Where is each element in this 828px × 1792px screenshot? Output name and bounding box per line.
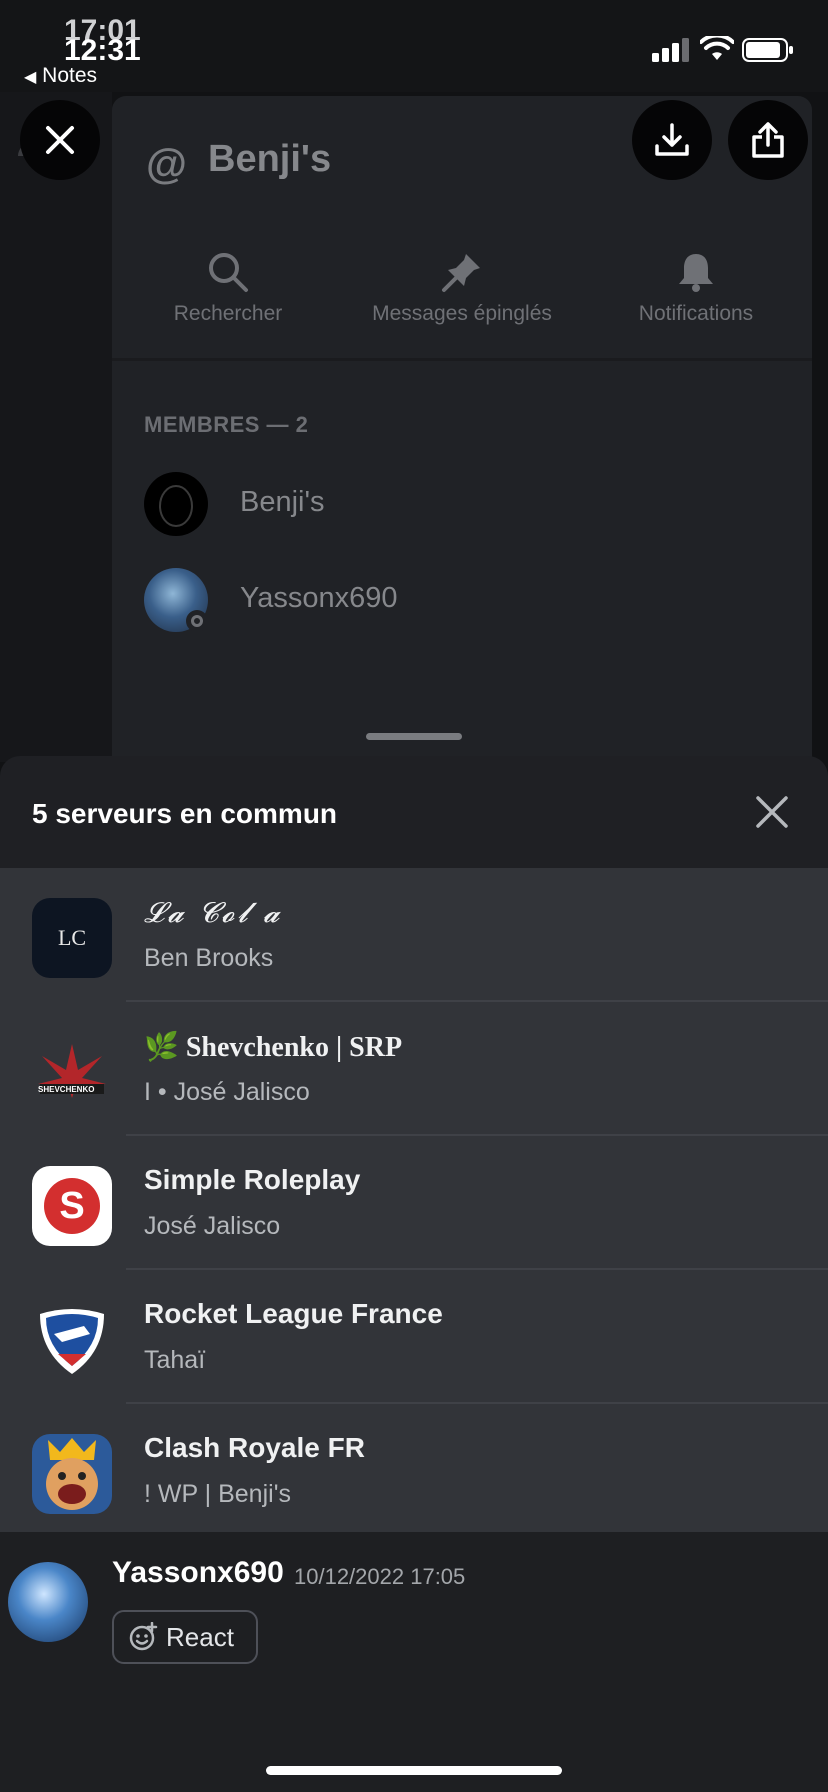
cellular-signal-icon bbox=[652, 38, 689, 62]
server-sidebar-dimmed bbox=[0, 92, 112, 762]
offline-status-icon bbox=[186, 610, 208, 632]
server-icon: S bbox=[32, 1166, 112, 1246]
server-icon-text: SHEVCHENKO bbox=[38, 1085, 95, 1094]
close-viewer-button[interactable] bbox=[20, 100, 100, 180]
search-tool-label: Rechercher bbox=[173, 302, 283, 325]
server-row[interactable]: Clash Royale FR ! WP | Benji's bbox=[0, 1404, 828, 1532]
server-row[interactable]: Rocket League France Tahaï bbox=[0, 1270, 828, 1404]
notifications-button[interactable]: Notifications bbox=[606, 250, 786, 326]
status-time: 12:31 bbox=[64, 34, 141, 67]
drag-handle[interactable] bbox=[366, 733, 462, 740]
server-row[interactable]: SHEVCHENKO 🌿 Shevchenko | SRP I • José J… bbox=[0, 1002, 828, 1136]
server-nickname: Tahaï bbox=[144, 1346, 206, 1374]
download-icon bbox=[655, 123, 689, 156]
pinned-messages-label: Messages épinglés bbox=[372, 302, 552, 325]
share-button[interactable] bbox=[728, 100, 808, 180]
server-nickname: ! WP | Benji's bbox=[144, 1480, 291, 1508]
back-app-label: Notes bbox=[42, 64, 98, 87]
close-icon[interactable] bbox=[748, 788, 796, 836]
back-triangle-icon: ◀ bbox=[24, 69, 37, 86]
share-icon bbox=[752, 122, 784, 158]
server-list: LC 𝓛𝓪 𝓒𝓸𝓵 𝓪 Ben Brooks SHEVCHENKO 🌿 Shev… bbox=[0, 868, 828, 1532]
avatar[interactable] bbox=[8, 1562, 88, 1642]
rocket-league-shield-icon bbox=[40, 1309, 104, 1374]
server-row[interactable]: S Simple Roleplay José Jalisco bbox=[0, 1136, 828, 1270]
server-name: Rocket League France bbox=[144, 1298, 443, 1329]
download-button[interactable] bbox=[632, 100, 712, 180]
server-icon-text: LC bbox=[57, 925, 87, 950]
battery-icon bbox=[742, 38, 793, 62]
divider bbox=[112, 358, 812, 361]
members-header: MEMBRES — 2 bbox=[144, 412, 309, 437]
home-indicator[interactable] bbox=[266, 1766, 562, 1775]
server-nickname: Ben Brooks bbox=[144, 944, 274, 972]
server-name: Simple Roleplay bbox=[144, 1164, 361, 1195]
pinned-messages-button[interactable]: Messages épinglés bbox=[352, 250, 572, 326]
server-icon bbox=[32, 1434, 112, 1514]
channel-title: Benji's bbox=[208, 138, 332, 180]
clash-king-icon bbox=[46, 1438, 98, 1510]
search-icon bbox=[209, 253, 248, 292]
at-icon: @ bbox=[146, 140, 187, 187]
wifi-icon bbox=[700, 36, 734, 60]
server-name: 🌿 Shevchenko | SRP bbox=[144, 1032, 403, 1063]
search-tool-button[interactable]: Rechercher bbox=[138, 250, 318, 326]
react-button[interactable]: React bbox=[112, 1610, 258, 1664]
server-row[interactable]: LC 𝓛𝓪 𝓒𝓸𝓵 𝓪 Ben Brooks bbox=[0, 868, 828, 1002]
member-row[interactable]: Yassonx690 bbox=[144, 568, 744, 632]
server-name: 𝓛𝓪 𝓒𝓸𝓵 𝓪 bbox=[144, 896, 283, 929]
avatar-silhouette-icon bbox=[159, 485, 193, 527]
cannabis-leaf-icon bbox=[38, 1044, 106, 1098]
sheet-title: 5 serveurs en commun bbox=[32, 798, 338, 829]
react-label: React bbox=[166, 1621, 234, 1652]
server-icon bbox=[32, 1300, 112, 1380]
back-to-app-link[interactable]: ◀ Notes bbox=[24, 64, 97, 88]
server-icon: SHEVCHENKO bbox=[32, 1032, 112, 1112]
close-icon bbox=[46, 126, 74, 154]
bell-icon bbox=[679, 254, 713, 292]
notifications-label: Notifications bbox=[638, 302, 754, 325]
server-name: Clash Royale FR bbox=[144, 1432, 365, 1463]
member-name: Yassonx690 bbox=[240, 582, 398, 614]
pin-icon bbox=[442, 254, 480, 292]
srp-logo-icon: S bbox=[44, 1178, 100, 1234]
message-timestamp: 10/12/2022 17:05 bbox=[294, 1564, 466, 1589]
server-nickname: I • José Jalisco bbox=[144, 1078, 310, 1106]
avatar bbox=[144, 472, 208, 536]
message-author[interactable]: Yassonx690 bbox=[112, 1556, 284, 1590]
member-row[interactable]: Benji's bbox=[144, 472, 744, 536]
server-icon-text: S bbox=[59, 1184, 85, 1227]
add-reaction-icon bbox=[129, 1622, 158, 1651]
server-icon: LC bbox=[32, 898, 112, 978]
server-nickname: José Jalisco bbox=[144, 1212, 281, 1240]
member-name: Benji's bbox=[240, 486, 325, 518]
